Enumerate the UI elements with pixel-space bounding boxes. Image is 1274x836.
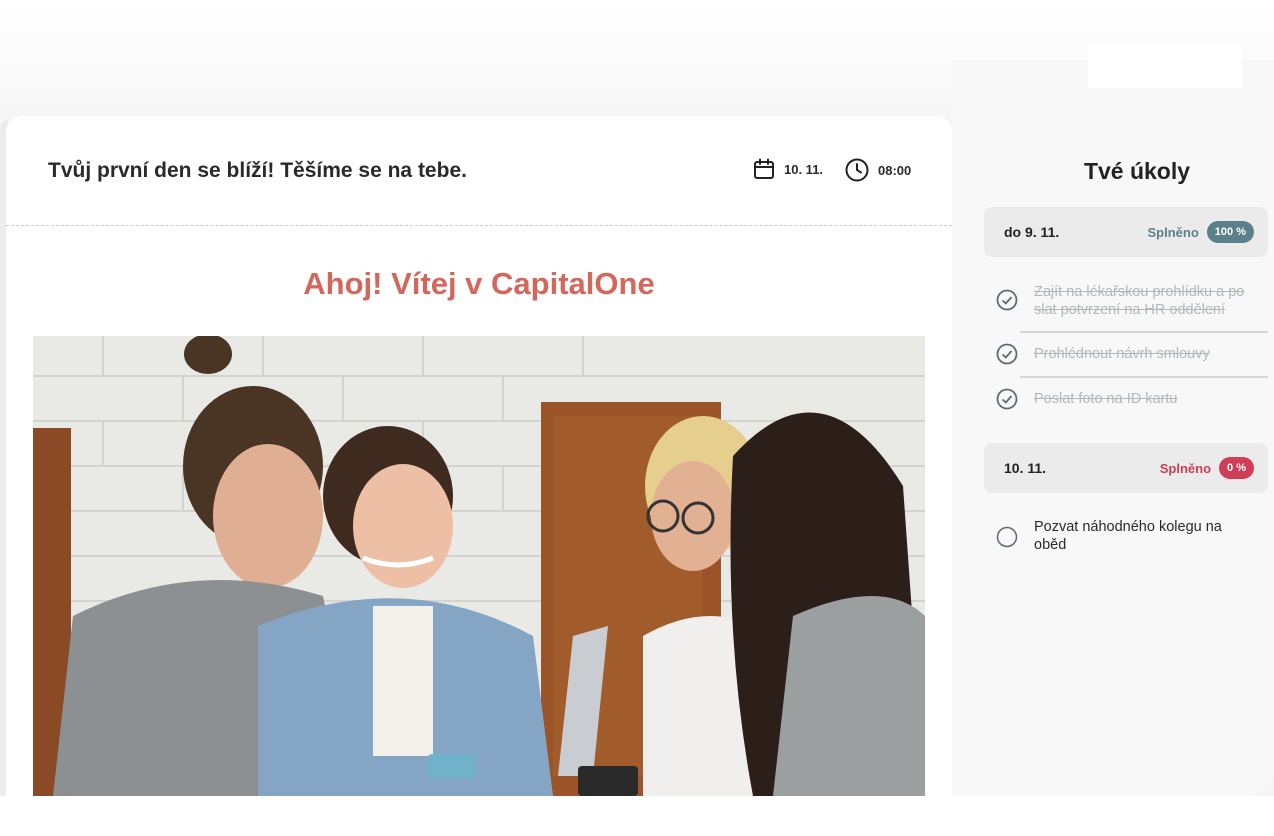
calendar-icon xyxy=(752,157,776,181)
task-group-header: do 9. 11. Splněno 100 % xyxy=(984,207,1268,257)
clock-icon xyxy=(844,157,870,183)
check-circle-icon[interactable] xyxy=(996,388,1018,415)
start-time: 08:00 xyxy=(844,157,911,183)
welcome-card: Tvůj první den se blíží! Těšíme se na te… xyxy=(6,116,952,796)
start-date: 10. 11. xyxy=(752,157,823,181)
check-circle-icon[interactable] xyxy=(996,283,1018,316)
tasks-title: Tvé úkoly xyxy=(1083,158,1191,184)
progress-badge: 100 % xyxy=(1206,221,1254,243)
card-header: Tvůj první den se blíží! Těšíme se na te… xyxy=(6,116,952,226)
start-date-value: 10. 11. xyxy=(784,161,824,177)
task-group-date: 10. 11. xyxy=(1004,460,1047,476)
task-label: Poslat foto na ID kartu xyxy=(1034,391,1178,407)
divider xyxy=(1020,376,1268,378)
task-item[interactable]: Poslat foto na ID kartu xyxy=(984,388,1268,415)
task-group-date: do 9. 11. xyxy=(1004,224,1060,240)
start-time-value: 08:00 xyxy=(878,162,912,178)
team-photo-illustration xyxy=(33,336,925,796)
progress-badge: 0 % xyxy=(1219,457,1254,479)
task-item[interactable]: Zajít na lékařskou prohlídku a po slat p… xyxy=(984,283,1268,319)
task-group-status: Splněno 0 % xyxy=(1160,457,1254,479)
task-label: Pozvat náhodného kolegu na oběd xyxy=(1034,519,1222,553)
top-right-placeholder xyxy=(1088,46,1242,88)
status-label: Splněno xyxy=(1147,224,1199,240)
empty-circle-icon[interactable] xyxy=(996,518,1018,553)
task-label: Zajít na lékařskou prohlídku a po slat p… xyxy=(1034,284,1245,318)
check-circle-icon[interactable] xyxy=(996,343,1018,370)
task-group-status: Splněno 100 % xyxy=(1148,221,1254,243)
task-item[interactable]: Prohlédnout návrh smlouvy xyxy=(984,343,1268,370)
bottom-area xyxy=(0,796,1274,836)
card-title: Tvůj první den se blíží! Těšíme se na te… xyxy=(48,159,467,182)
divider xyxy=(1020,331,1268,333)
welcome-heading: Ahoj! Vítej v CapitalOne xyxy=(303,266,655,301)
task-item[interactable]: Pozvat náhodného kolegu na oběd xyxy=(984,518,1268,554)
task-group-header: 10. 11. Splněno 0 % xyxy=(984,443,1268,493)
team-photo xyxy=(33,336,925,796)
task-label: Prohlédnout návrh smlouvy xyxy=(1034,346,1210,362)
status-label: Splněno xyxy=(1159,460,1212,476)
